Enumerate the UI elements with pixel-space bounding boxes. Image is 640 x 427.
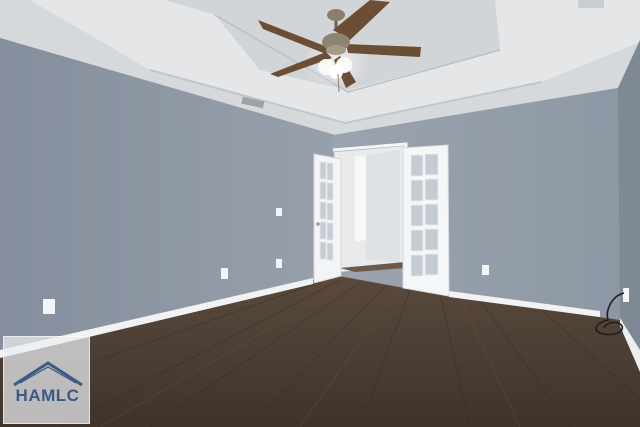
outlet [276, 259, 282, 268]
room-illustration [0, 0, 640, 427]
room-photo: HAMLC [0, 0, 640, 427]
outlet [221, 268, 228, 279]
light-switch [276, 208, 282, 216]
outlet [623, 288, 629, 302]
smoke-detector [578, 0, 604, 8]
watermark-logo: HAMLC [3, 336, 90, 424]
watermark-text: HAMLC [15, 386, 80, 405]
outlet [43, 299, 55, 314]
outlet [482, 265, 489, 275]
house-roof-icon [13, 361, 83, 387]
